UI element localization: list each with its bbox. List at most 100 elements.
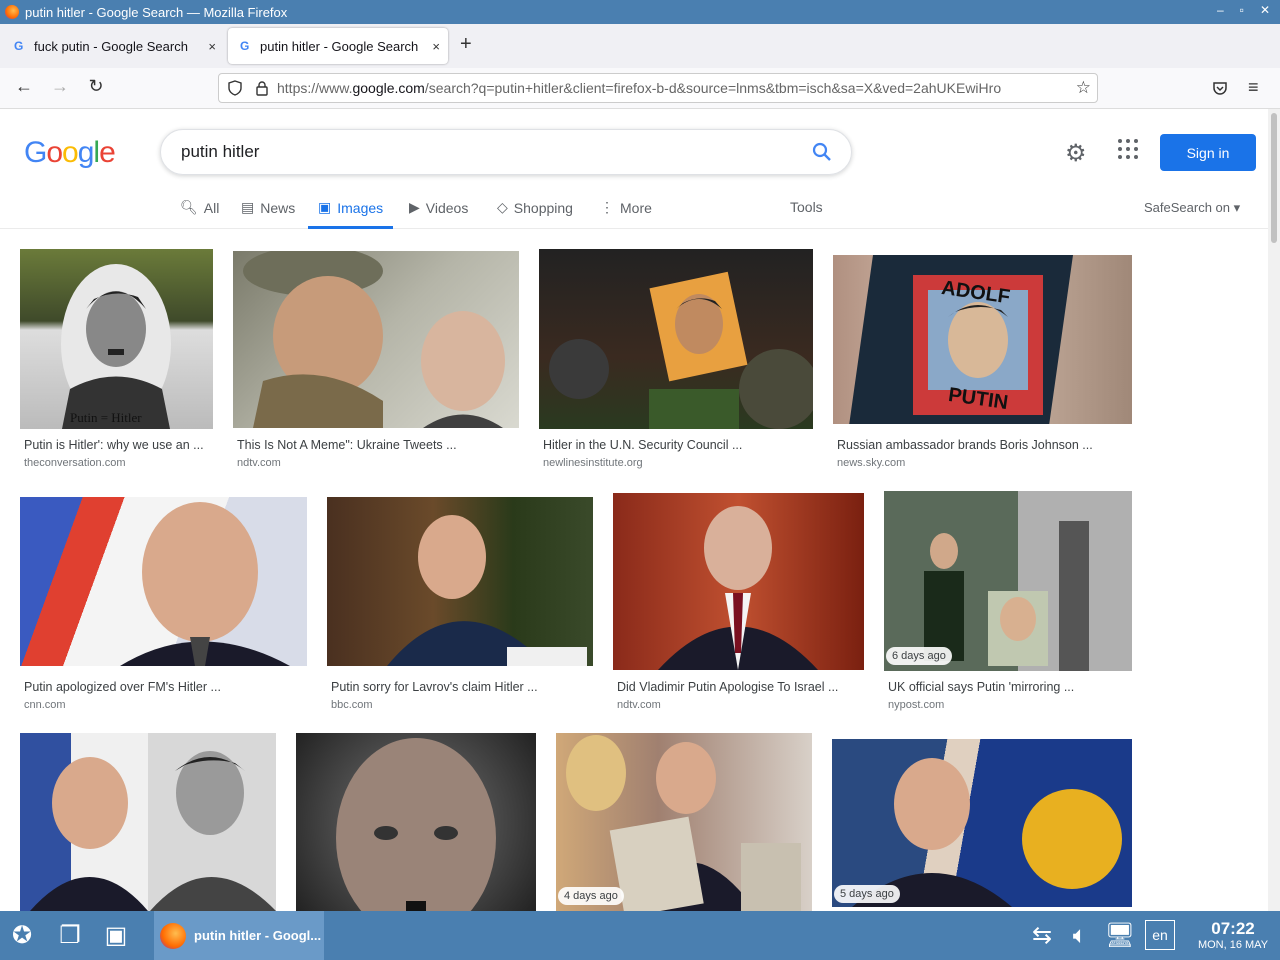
shield-icon[interactable] — [227, 80, 243, 96]
result-caption[interactable]: Did Vladimir Putin Apologise To Israel .… — [617, 680, 838, 694]
thumbnail-image — [566, 735, 801, 911]
tab-fuck-putin[interactable]: G fuck putin - Google Search × — [2, 28, 224, 64]
tab-videos[interactable]: ▶︎ Videos — [409, 199, 468, 216]
tab-more[interactable]: ⋮ More — [600, 199, 652, 216]
page-scrollbar[interactable] — [1268, 109, 1280, 911]
sign-in-button[interactable]: Sign in — [1160, 134, 1256, 171]
result-thumbnail[interactable] — [613, 493, 864, 670]
forward-arrow-icon[interactable]: → — [48, 76, 72, 97]
thumbnail-image — [30, 733, 276, 911]
result-source: ndtv.com — [237, 457, 281, 469]
result-thumbnail[interactable]: 5 days ago — [832, 739, 1132, 907]
result-source: news.sky.com — [837, 457, 906, 469]
settings-gear-icon[interactable]: ⚙ — [1065, 139, 1087, 168]
close-window-button[interactable]: ✕ — [1260, 3, 1270, 17]
tab-putin-hitler[interactable]: G putin hitler - Google Search × — [228, 28, 448, 64]
lock-icon[interactable] — [255, 80, 269, 96]
search-icon: 🔍︎ — [180, 199, 198, 215]
clock-date: MON, 16 MAY — [1197, 939, 1269, 951]
safesearch-toggle[interactable]: SafeSearch on ▾ — [1144, 200, 1240, 216]
hamburger-menu-icon[interactable]: ≡ — [1248, 77, 1259, 98]
result-thumbnail[interactable] — [20, 733, 276, 911]
result-caption[interactable]: Putin is Hitler': why we use an ... — [24, 438, 204, 452]
date-badge: 6 days ago — [886, 647, 952, 665]
taskbar-firefox-window[interactable]: putin hitler - Googl... — [154, 911, 324, 960]
maximize-button[interactable]: ▫ — [1240, 3, 1244, 17]
thumbnail-image — [243, 251, 505, 428]
apps-grid-icon[interactable] — [1118, 139, 1138, 159]
thumbnail-image — [549, 271, 813, 429]
logo-letter: o — [46, 136, 63, 169]
back-arrow-icon[interactable]: ← — [12, 76, 36, 97]
tab-all[interactable]: 🔍︎ All — [180, 199, 219, 216]
firefox-icon — [160, 922, 186, 949]
result-thumbnail[interactable]: Putin = Hitler — [20, 249, 213, 429]
tab-close-icon[interactable]: × — [432, 39, 440, 54]
google-favicon-icon: G — [240, 39, 250, 53]
tab-shopping[interactable]: ◇ Shopping — [497, 199, 573, 216]
screenshot-icon[interactable]: ▣ — [100, 920, 132, 952]
news-icon: ▤ — [241, 199, 255, 215]
video-icon: ▶︎ — [409, 199, 420, 215]
browser-tabbar: G fuck putin - Google Search × G putin h… — [0, 24, 1280, 68]
language-indicator[interactable]: en — [1145, 920, 1175, 950]
date-badge: 4 days ago — [558, 887, 624, 905]
result-caption[interactable]: This Is Not A Meme": Ukraine Tweets ... — [237, 438, 457, 452]
window-title: putin hitler - Google Search — Mozilla F… — [25, 4, 288, 20]
image-icon: ▣ — [318, 199, 332, 215]
logo-letter: e — [99, 136, 116, 169]
network-share-icon[interactable]: ⇆ — [1026, 920, 1058, 952]
clock-time: 07:22 — [1211, 919, 1255, 938]
thumbnail-image — [120, 502, 290, 666]
result-caption[interactable]: Hitler in the U.N. Security Council ... — [543, 438, 742, 452]
result-caption[interactable]: Russian ambassador brands Boris Johnson … — [837, 438, 1093, 452]
thumbnail-image — [658, 506, 818, 670]
result-thumbnail[interactable] — [20, 497, 307, 666]
more-vert-icon: ⋮ — [600, 199, 614, 215]
pocket-icon[interactable] — [1212, 80, 1228, 96]
start-menu-icon[interactable]: ✪ — [6, 920, 38, 952]
result-thumbnail[interactable]: 4 days ago — [556, 733, 812, 911]
tools-button[interactable]: Tools — [790, 199, 823, 215]
volume-icon[interactable]: 🔈︎ — [1064, 920, 1096, 952]
result-thumbnail[interactable] — [539, 249, 813, 429]
network-monitor-icon[interactable]: 🖥︎ — [1104, 920, 1136, 952]
reload-icon[interactable]: ↻ — [84, 76, 108, 97]
result-caption[interactable]: Putin apologized over FM's Hitler ... — [24, 680, 221, 694]
firefox-icon — [5, 5, 19, 19]
result-source: newlinesinstitute.org — [543, 457, 643, 469]
desktop-taskbar: ✪ ❐ ▣ putin hitler - Googl... ⇆ 🔈︎ 🖥︎ en… — [0, 911, 1280, 960]
result-thumbnail[interactable] — [327, 497, 593, 666]
result-thumbnail[interactable] — [296, 733, 536, 911]
thumbnail-image — [387, 515, 587, 666]
thumbnail-image: Putin = Hitler — [61, 264, 171, 429]
result-thumbnail[interactable] — [233, 251, 519, 428]
minimize-button[interactable]: – — [1217, 3, 1224, 17]
tab-images[interactable]: ▣ Images — [307, 199, 394, 229]
thumbnail-image: ADOLF PUTIN — [849, 255, 1073, 424]
logo-letter: g — [77, 136, 95, 169]
result-caption[interactable]: UK official says Putin 'mirroring ... — [888, 680, 1074, 694]
url-bar[interactable]: https://www.google.com/search?q=putin+hi… — [218, 73, 1098, 103]
tab-news[interactable]: ▤ News — [241, 199, 295, 216]
new-tab-button[interactable]: + — [460, 33, 472, 56]
google-logo[interactable]: Google — [24, 136, 116, 170]
search-box[interactable]: putin hitler — [160, 129, 852, 175]
result-thumbnail[interactable]: ADOLF PUTIN — [833, 255, 1132, 424]
logo-letter: o — [62, 136, 79, 169]
thumbnail-image — [852, 758, 1122, 907]
clock[interactable]: 07:22 MON, 16 MAY — [1190, 919, 1276, 951]
bookmark-star-icon[interactable]: ☆ — [1076, 78, 1091, 98]
google-favicon-icon: G — [14, 39, 24, 53]
show-desktop-icon[interactable]: ❐ — [54, 920, 86, 952]
result-source: cnn.com — [24, 699, 66, 711]
svg-text:Putin = Hitler: Putin = Hitler — [70, 410, 142, 425]
tab-label: putin hitler - Google Search — [260, 38, 419, 54]
tag-icon: ◇ — [497, 199, 508, 215]
scrollbar-thumb[interactable] — [1271, 113, 1277, 243]
tab-close-icon[interactable]: × — [208, 39, 216, 54]
result-thumbnail[interactable]: 6 days ago — [884, 491, 1132, 671]
search-input[interactable]: putin hitler — [181, 142, 259, 162]
result-caption[interactable]: Putin sorry for Lavrov's claim Hitler ..… — [331, 680, 538, 694]
search-icon[interactable] — [811, 141, 833, 163]
